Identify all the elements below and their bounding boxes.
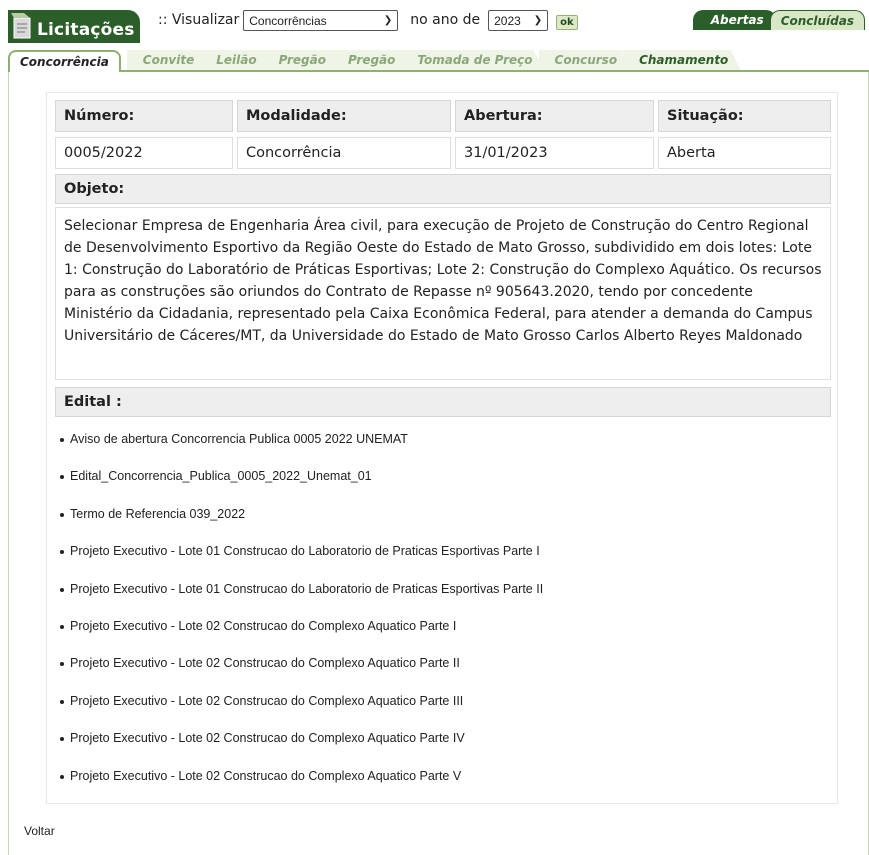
bullet-icon: [60, 624, 64, 629]
app-title: Licitações: [37, 19, 135, 40]
list-item: Projeto Executivo - Lote 02 Construcao d…: [60, 656, 820, 693]
document-link[interactable]: Projeto Executivo - Lote 01 Construcao d…: [70, 582, 543, 596]
list-item: Projeto Executivo - Lote 01 Construcao d…: [60, 544, 820, 581]
details-value-row: 0005/2022 Concorrência 31/01/2023 Aberta: [55, 137, 831, 169]
chevron-down-icon: ❯: [533, 15, 543, 26]
voltar-link[interactable]: Voltar: [24, 824, 55, 838]
bullet-icon: [60, 662, 64, 667]
bullet-icon: [60, 737, 64, 742]
tab-convite[interactable]: Convite: [126, 50, 207, 70]
document-link[interactable]: Termo de Referencia 039_2022: [70, 507, 245, 521]
numero-value: 0005/2022: [55, 137, 233, 169]
tab-pregao-eletronico[interactable]: Pregão: [331, 50, 408, 70]
bullet-icon: [60, 475, 64, 480]
bullet-icon: [60, 438, 64, 442]
bullet-icon: [60, 774, 64, 779]
list-item: Projeto Executivo - Lote 01 Construcao d…: [60, 582, 820, 619]
abertura-header: Abertura:: [455, 100, 654, 132]
year-select-value: 2023: [494, 13, 521, 28]
bullet-icon: [60, 512, 64, 517]
bullet-icon: [60, 550, 64, 555]
modalidade-header: Modalidade:: [237, 100, 451, 132]
tab-tomada-de-preco[interactable]: Tomada de Preço: [401, 50, 545, 70]
tab-chamamento[interactable]: Chamamento: [623, 50, 741, 70]
chevron-down-icon: ❯: [383, 15, 393, 26]
licitacoes-logo: Licitações: [8, 10, 140, 43]
document-link[interactable]: Projeto Executivo - Lote 02 Construcao d…: [70, 619, 456, 633]
year-select[interactable]: 2023 ❯: [488, 10, 549, 31]
modality-tabs: Concorrência Convite Leilão Pregão Pregã…: [8, 50, 869, 72]
modality-select[interactable]: Concorrências ❯: [243, 10, 399, 31]
situacao-value: Aberta: [658, 137, 831, 169]
document-link[interactable]: Projeto Executivo - Lote 02 Construcao d…: [70, 731, 465, 745]
document-link[interactable]: Aviso de abertura Concorrencia Publica 0…: [70, 432, 408, 446]
visualizar-label: :: Visualizar: [158, 11, 240, 28]
ano-label: no ano de: [410, 11, 481, 28]
tab-leilao[interactable]: Leilão: [200, 50, 269, 70]
tab-concurso[interactable]: Concurso: [538, 50, 630, 70]
filter-bar: :: Visualizar Concorrências ❯ no ano de …: [158, 8, 578, 31]
modalidade-value: Concorrência: [237, 137, 451, 169]
list-item: Projeto Executivo - Lote 02 Construcao d…: [60, 731, 820, 768]
list-item: Termo de Referencia 039_2022: [60, 507, 820, 544]
document-link[interactable]: Projeto Executivo - Lote 02 Construcao d…: [70, 656, 460, 670]
edital-header: Edital :: [55, 387, 831, 417]
modality-select-value: Concorrências: [249, 13, 327, 28]
document-link[interactable]: Projeto Executivo - Lote 02 Construcao d…: [70, 694, 463, 708]
status-tabs: Abertas Concluídas: [692, 10, 865, 30]
tab-concorrencia[interactable]: Concorrência: [8, 50, 121, 72]
situacao-header: Situação:: [658, 100, 831, 132]
document-link[interactable]: Edital_Concorrencia_Publica_0005_2022_Un…: [70, 469, 372, 483]
bullet-icon: [60, 587, 64, 592]
tab-abertas[interactable]: Abertas: [692, 10, 776, 30]
list-item: Projeto Executivo - Lote 02 Construcao d…: [60, 769, 820, 806]
list-item: Edital_Concorrencia_Publica_0005_2022_Un…: [60, 469, 820, 506]
document-link[interactable]: Projeto Executivo - Lote 01 Construcao d…: [70, 544, 540, 558]
numero-header: Número:: [55, 100, 233, 132]
list-item: Projeto Executivo - Lote 02 Construcao d…: [60, 694, 820, 731]
edital-document-list: Aviso de abertura Concorrencia Publica 0…: [60, 432, 820, 806]
list-item: Aviso de abertura Concorrencia Publica 0…: [60, 432, 820, 469]
details-header-row: Número: Modalidade: Abertura: Situação:: [55, 100, 831, 132]
ok-button[interactable]: ok: [556, 15, 578, 30]
tab-pregao[interactable]: Pregão: [262, 50, 338, 70]
bullet-icon: [60, 699, 64, 704]
abertura-value: 31/01/2023: [455, 137, 654, 169]
objeto-header: Objeto:: [55, 174, 831, 204]
document-icon: [11, 12, 31, 38]
list-item: Projeto Executivo - Lote 02 Construcao d…: [60, 619, 820, 656]
objeto-description: Selecionar Empresa de Engenharia Área ci…: [55, 207, 831, 380]
document-link[interactable]: Projeto Executivo - Lote 02 Construcao d…: [70, 769, 461, 783]
tab-concluidas[interactable]: Concluídas: [769, 10, 865, 30]
